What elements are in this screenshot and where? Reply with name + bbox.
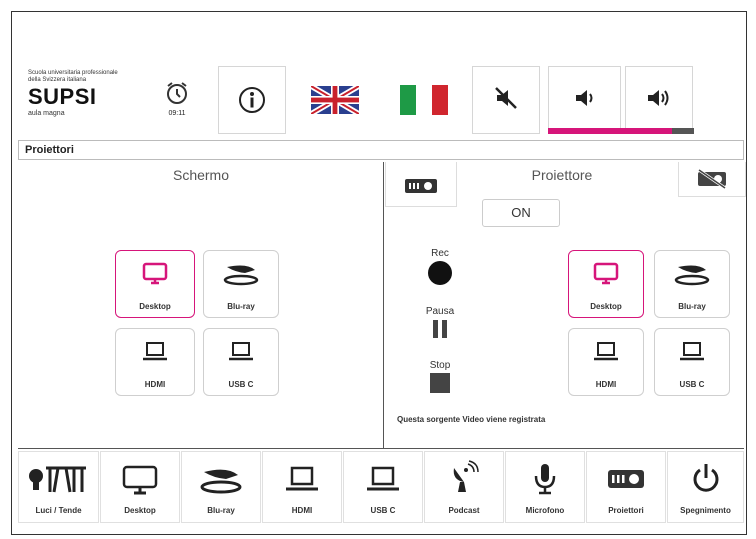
logo-line1: Scuola universitaria professionale: [28, 70, 118, 76]
schermo-source-bluray[interactable]: Blu-ray: [203, 250, 279, 318]
nav-label: HDMI: [291, 506, 313, 515]
mute-button[interactable]: [472, 66, 540, 134]
logo-name: SUPSI: [28, 84, 97, 109]
volume-level-fill: [548, 128, 673, 134]
light-blinds-icon: [28, 466, 86, 493]
nav-microfono[interactable]: Microfono: [505, 451, 585, 523]
page-title: Proiettori: [18, 140, 744, 160]
laptop-icon: [680, 342, 704, 361]
on-button[interactable]: ON: [482, 199, 560, 227]
nav-label: Blu-ray: [207, 506, 235, 515]
volume-level-bar: [548, 128, 694, 134]
nav-hdmi[interactable]: HDMI: [262, 451, 342, 523]
record-icon: [428, 261, 452, 285]
laptop-icon: [367, 466, 399, 491]
laptop-icon: [143, 342, 167, 361]
projector-icon: [405, 179, 437, 193]
microphone-icon: [534, 464, 556, 495]
nav-label: Luci / Tende: [35, 506, 82, 515]
laptop-icon: [229, 342, 253, 361]
nav-luci-tende[interactable]: Luci / Tende: [18, 451, 99, 523]
pause-label: Pausa: [425, 306, 455, 317]
proiettore-title: Proiettore: [531, 167, 593, 183]
bluray-icon: [223, 265, 259, 286]
logo: Scuola universitaria professionale della…: [28, 70, 158, 136]
stop-label: Stop: [429, 360, 451, 371]
volume-up-icon: [648, 90, 669, 106]
nav-podcast[interactable]: Podcast: [424, 451, 504, 523]
english-language-button[interactable]: [290, 66, 380, 134]
nav-label: Microfono: [525, 506, 565, 515]
panel-divider: [383, 162, 384, 448]
projector-power-toggle[interactable]: [385, 162, 457, 207]
info-button[interactable]: [218, 66, 286, 134]
bottom-divider: [18, 448, 744, 449]
stop-control[interactable]: Stop: [420, 360, 460, 395]
proiettore-source-usbc[interactable]: USB C: [654, 328, 730, 396]
logo-subtitle: aula magna: [28, 110, 65, 117]
nav-proiettori[interactable]: Proiettori: [586, 451, 666, 523]
italian-language-button[interactable]: [384, 66, 464, 134]
source-label: Blu-ray: [678, 302, 706, 311]
volume-down-button[interactable]: [548, 66, 621, 134]
nav-label: Spegnimento: [680, 506, 731, 515]
bluray-icon: [200, 469, 242, 494]
volume-up-button[interactable]: [625, 66, 693, 134]
source-label: Desktop: [139, 302, 171, 311]
speaker-mute-icon: [495, 87, 517, 109]
monitor-icon: [142, 262, 168, 285]
schermo-title: Schermo: [172, 167, 230, 183]
alarm-clock-icon: [167, 82, 187, 104]
nav-usbc[interactable]: USB C: [343, 451, 423, 523]
monitor-icon: [122, 465, 158, 495]
laptop-icon: [286, 466, 318, 491]
volume-down-icon: [575, 90, 592, 106]
info-icon: [239, 87, 265, 113]
proiettore-source-bluray[interactable]: Blu-ray: [654, 250, 730, 318]
nav-bluray[interactable]: Blu-ray: [181, 451, 261, 523]
source-label: USB C: [228, 380, 254, 389]
nav-label: Podcast: [448, 506, 480, 515]
app-frame: Scuola universitaria professionale della…: [11, 11, 747, 535]
rec-label: Rec: [431, 248, 449, 259]
rec-control[interactable]: Rec: [420, 248, 460, 287]
nav-label: USB C: [370, 506, 396, 515]
schermo-source-usbc[interactable]: USB C: [203, 328, 279, 396]
schermo-source-hdmi[interactable]: HDMI: [115, 328, 195, 396]
nav-label: Proiettori: [608, 506, 644, 515]
nav-spegnimento[interactable]: Spegnimento: [667, 451, 744, 523]
satellite-dish-icon: [453, 460, 479, 492]
uk-flag-icon: [311, 86, 359, 114]
monitor-icon: [593, 262, 619, 285]
clock-time: 09:11: [168, 110, 186, 117]
pause-icon: [433, 320, 447, 338]
projector-icon: [608, 470, 644, 488]
clock: 09:11: [152, 74, 202, 136]
source-label: Desktop: [590, 302, 622, 311]
stop-icon: [430, 373, 450, 393]
source-label: USB C: [679, 380, 705, 389]
proiettore-source-hdmi[interactable]: HDMI: [568, 328, 644, 396]
nav-label: Desktop: [124, 506, 156, 515]
power-icon: [693, 464, 718, 492]
pause-control[interactable]: Pausa: [418, 306, 462, 341]
laptop-icon: [594, 342, 618, 361]
bluray-icon: [674, 265, 710, 286]
recording-status: Questa sorgente Video viene registrata: [397, 415, 546, 424]
nav-desktop[interactable]: Desktop: [100, 451, 180, 523]
source-label: HDMI: [595, 380, 617, 389]
italy-flag-icon: [400, 85, 448, 115]
logo-line2: della Svizzera italiana: [28, 77, 87, 83]
projector-off-icon: [698, 169, 726, 189]
schermo-source-desktop[interactable]: Desktop: [115, 250, 195, 318]
source-label: Blu-ray: [227, 302, 255, 311]
proiettore-source-desktop[interactable]: Desktop: [568, 250, 644, 318]
projector-off-button[interactable]: [678, 162, 746, 197]
source-label: HDMI: [144, 380, 166, 389]
